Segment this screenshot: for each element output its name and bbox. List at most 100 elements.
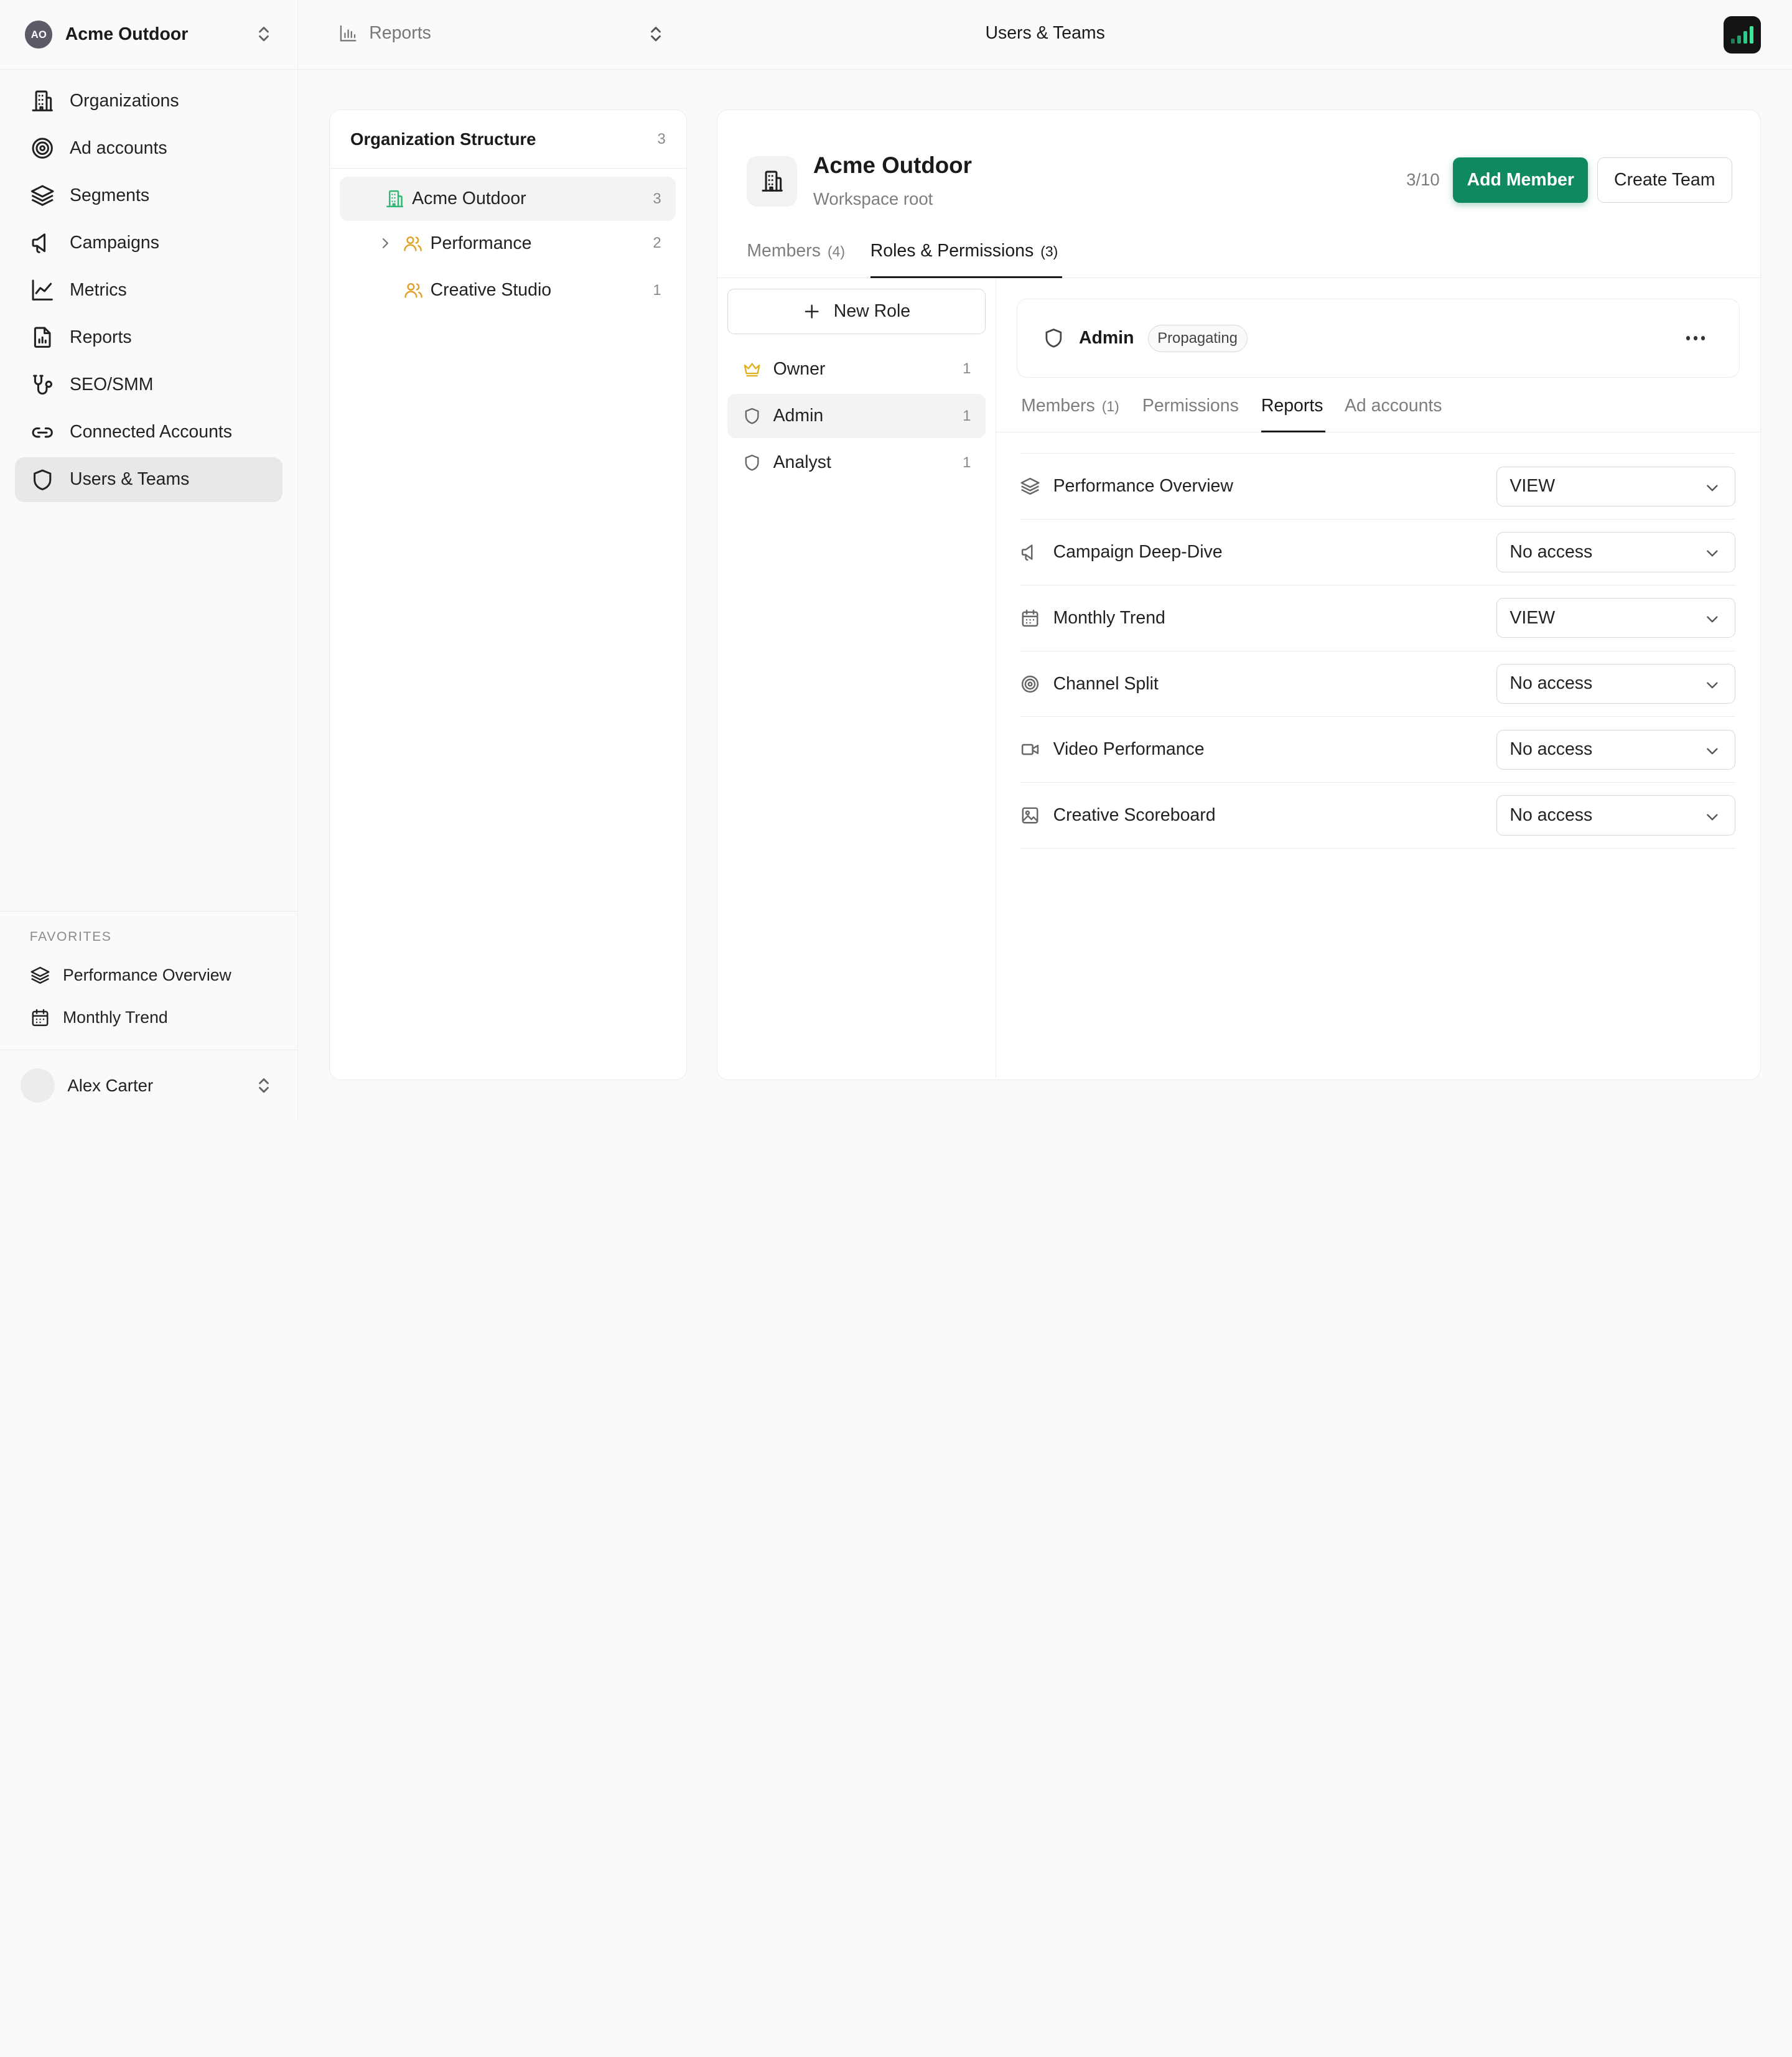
topbar: Reports Users & Teams <box>298 0 1792 70</box>
list-item: Video Performance No access <box>1020 717 1736 783</box>
link-icon <box>30 420 55 445</box>
crown-icon <box>742 360 762 379</box>
chevron-down-icon <box>1704 480 1720 496</box>
tab-role-permissions[interactable]: Permissions <box>1142 396 1239 432</box>
access-select[interactable]: No access <box>1496 532 1736 572</box>
chevron-down-icon <box>1704 545 1720 561</box>
tab-label: Roles & Permissions <box>870 240 1034 261</box>
list-item: Channel Split No access <box>1020 651 1736 717</box>
layers-icon <box>30 965 50 986</box>
tab-members[interactable]: Members (4) <box>747 241 845 279</box>
sidebar-item-ad-accounts[interactable]: Ad accounts <box>15 126 282 171</box>
create-team-button[interactable]: Create Team <box>1597 157 1732 203</box>
access-select[interactable]: No access <box>1496 663 1736 704</box>
entity-name: Acme Outdoor <box>813 152 972 179</box>
tab-roles-permissions[interactable]: Roles & Permissions (3) <box>870 241 1063 279</box>
report-name: Monthly Trend <box>1053 607 1165 628</box>
image-icon <box>1020 805 1040 826</box>
access-select[interactable]: VIEW <box>1496 466 1736 506</box>
tree-item-acme-outdoor[interactable]: Acme Outdoor 3 <box>340 176 676 222</box>
tree-item-label: Creative Studio <box>430 280 552 301</box>
tree-item-label: Performance <box>430 233 532 253</box>
sidebar-item-label: Campaigns <box>70 233 159 253</box>
user-menu[interactable]: Alex Carter <box>0 1052 298 1120</box>
chevron-right-icon[interactable] <box>378 236 393 251</box>
sidebar-item-label: Connected Accounts <box>70 422 233 442</box>
team-icon <box>403 280 424 301</box>
sidebar-item-metrics[interactable]: Metrics <box>15 268 282 313</box>
shield-icon <box>742 453 762 472</box>
new-role-label: New Role <box>833 301 911 322</box>
access-select[interactable]: No access <box>1496 795 1736 836</box>
entity-panel: Acme Outdoor Workspace root 3/10 Add Mem… <box>716 110 1762 1080</box>
sidebar-item-organizations[interactable]: Organizations <box>15 79 282 124</box>
workspace-switcher[interactable]: AO Acme Outdoor <box>0 0 299 70</box>
sidebar-item-connected-accounts[interactable]: Connected Accounts <box>15 410 282 455</box>
favorite-item-performance-overview[interactable]: Performance Overview <box>30 965 231 986</box>
tab-count: (1) <box>1101 398 1119 415</box>
report-name: Performance Overview <box>1053 476 1233 497</box>
sidebar-item-users-teams[interactable]: Users & Teams <box>14 457 282 502</box>
user-name: Alex Carter <box>67 1075 154 1095</box>
sidebar-item-campaigns[interactable]: Campaigns <box>15 221 282 266</box>
favorites-section: FAVORITES Performance Overview Monthly T… <box>0 910 299 1050</box>
access-select[interactable]: No access <box>1496 729 1736 770</box>
shield-icon <box>742 406 762 426</box>
sidebar-item-reports[interactable]: Reports <box>15 315 282 360</box>
favorite-item-monthly-trend[interactable]: Monthly Trend <box>30 1007 168 1028</box>
sidebar-item-label: Users & Teams <box>70 469 190 490</box>
more-options-icon[interactable] <box>1686 336 1706 340</box>
list-item: Monthly Trend VIEW <box>1020 585 1736 651</box>
role-item-analyst[interactable]: Analyst 1 <box>727 441 986 485</box>
tab-role-members[interactable]: Members (1) <box>1021 396 1119 432</box>
chevron-up-down-icon <box>257 25 271 43</box>
tab-role-reports[interactable]: Reports <box>1261 396 1325 433</box>
role-label: Owner <box>773 358 826 379</box>
sidebar-item-label: Reports <box>70 327 132 348</box>
tab-role-ad-accounts[interactable]: Ad accounts <box>1345 396 1442 432</box>
add-member-button[interactable]: Add Member <box>1453 157 1589 203</box>
sidebar-item-segments[interactable]: Segments <box>15 174 282 218</box>
sidebar-item-label: Ad accounts <box>70 138 167 159</box>
report-access-list: Performance Overview VIEW Campaign Deep-… <box>1020 453 1736 849</box>
role-detail: Admin Propagating Members (1) Permissions… <box>996 278 1760 1078</box>
tree-item-count: 1 <box>653 281 661 299</box>
access-value: VIEW <box>1510 476 1556 497</box>
workspace-name: Acme Outdoor <box>65 24 189 45</box>
chevron-down-icon <box>1704 611 1720 627</box>
report-name: Creative Scoreboard <box>1053 805 1216 826</box>
chevron-down-icon <box>1704 677 1720 693</box>
role-count: 1 <box>963 407 971 424</box>
tab-count: (4) <box>827 243 845 259</box>
favorite-label: Monthly Trend <box>63 1008 168 1027</box>
role-count: 1 <box>963 360 971 378</box>
tree-item-creative-studio[interactable]: Creative Studio 1 <box>340 268 676 313</box>
line-chart-icon <box>30 278 55 302</box>
access-value: No access <box>1510 673 1593 694</box>
sidebar-item-label: Segments <box>70 185 150 206</box>
team-icon <box>403 233 423 254</box>
sidebar-item-seo-smm[interactable]: SEO/SMM <box>15 363 282 408</box>
megaphone-icon <box>1020 542 1040 562</box>
tab-count: (3) <box>1040 243 1058 259</box>
role-count: 1 <box>963 454 971 471</box>
avatar <box>21 1068 55 1103</box>
favorites-title: FAVORITES <box>29 930 112 945</box>
tree-item-performance[interactable]: Performance 2 <box>340 221 676 266</box>
tab-label: Ad accounts <box>1344 396 1442 416</box>
report-name: Video Performance <box>1053 739 1205 760</box>
access-value: No access <box>1510 805 1593 826</box>
app-logo-icon[interactable] <box>1723 16 1762 54</box>
org-structure-header: Organization Structure 3 <box>329 110 686 169</box>
list-item: Campaign Deep-Dive No access <box>1020 520 1736 585</box>
role-item-owner[interactable]: Owner 1 <box>727 347 986 391</box>
access-value: No access <box>1510 541 1593 562</box>
new-role-button[interactable]: New Role <box>727 288 986 335</box>
access-value: No access <box>1510 739 1593 760</box>
access-select[interactable]: VIEW <box>1496 598 1736 638</box>
role-item-admin[interactable]: Admin 1 <box>727 393 986 439</box>
report-name: Channel Split <box>1053 673 1159 694</box>
entity-subtitle: Workspace root <box>813 189 933 209</box>
role-detail-tabs: Members (1) Permissions Reports Ad accoun… <box>996 393 1760 433</box>
tab-label: Members <box>1021 396 1095 416</box>
